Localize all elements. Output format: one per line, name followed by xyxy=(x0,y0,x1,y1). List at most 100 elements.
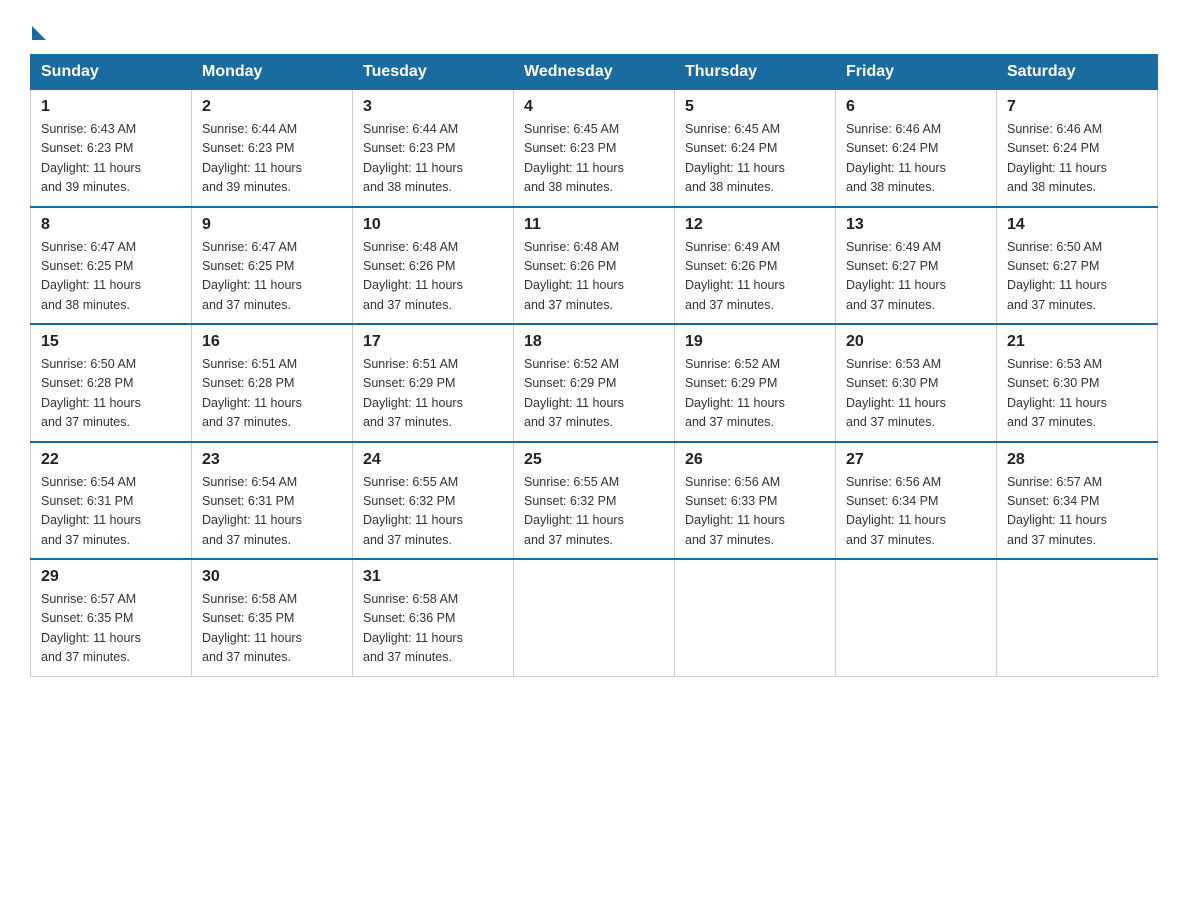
day-info: Sunrise: 6:51 AMSunset: 6:29 PMDaylight:… xyxy=(363,355,503,433)
calendar-cell: 19 Sunrise: 6:52 AMSunset: 6:29 PMDayligh… xyxy=(675,324,836,442)
day-info: Sunrise: 6:51 AMSunset: 6:28 PMDaylight:… xyxy=(202,355,342,433)
calendar-week-row-4: 22 Sunrise: 6:54 AMSunset: 6:31 PMDayligh… xyxy=(31,442,1158,560)
day-info: Sunrise: 6:48 AMSunset: 6:26 PMDaylight:… xyxy=(363,238,503,316)
calendar-cell: 20 Sunrise: 6:53 AMSunset: 6:30 PMDayligh… xyxy=(836,324,997,442)
calendar-cell: 13Sunrise: 6:49 AMSunset: 6:27 PMDayligh… xyxy=(836,207,997,325)
day-number: 24 xyxy=(363,451,503,469)
calendar-cell: 21Sunrise: 6:53 AMSunset: 6:30 PMDayligh… xyxy=(997,324,1158,442)
calendar-cell: 24 Sunrise: 6:55 AMSunset: 6:32 PMDayligh… xyxy=(353,442,514,560)
calendar-cell: 23 Sunrise: 6:54 AMSunset: 6:31 PMDayligh… xyxy=(192,442,353,560)
calendar-cell xyxy=(997,559,1158,676)
calendar-cell: 26 Sunrise: 6:56 AMSunset: 6:33 PMDayligh… xyxy=(675,442,836,560)
day-info: Sunrise: 6:52 AMSunset: 6:29 PMDaylight:… xyxy=(524,355,664,433)
day-number: 8 xyxy=(41,216,181,234)
calendar-table: SundayMondayTuesdayWednesdayThursdayFrid… xyxy=(30,54,1158,677)
day-info: Sunrise: 6:50 AMSunset: 6:27 PMDaylight:… xyxy=(1007,238,1147,316)
calendar-cell: 8 Sunrise: 6:47 AMSunset: 6:25 PMDaylight… xyxy=(31,207,192,325)
calendar-week-row-2: 8 Sunrise: 6:47 AMSunset: 6:25 PMDaylight… xyxy=(31,207,1158,325)
calendar-cell: 31 Sunrise: 6:58 AMSunset: 6:36 PMDayligh… xyxy=(353,559,514,676)
calendar-cell: 10 Sunrise: 6:48 AMSunset: 6:26 PMDayligh… xyxy=(353,207,514,325)
day-number: 2 xyxy=(202,98,342,116)
day-number: 25 xyxy=(524,451,664,469)
day-info: Sunrise: 6:50 AMSunset: 6:28 PMDaylight:… xyxy=(41,355,181,433)
day-number: 27 xyxy=(846,451,986,469)
day-number: 19 xyxy=(685,333,825,351)
day-info: Sunrise: 6:55 AMSunset: 6:32 PMDaylight:… xyxy=(363,473,503,551)
day-info: Sunrise: 6:44 AMSunset: 6:23 PMDaylight:… xyxy=(363,120,503,198)
day-info: Sunrise: 6:54 AMSunset: 6:31 PMDaylight:… xyxy=(202,473,342,551)
weekday-header-thursday: Thursday xyxy=(675,55,836,90)
calendar-cell xyxy=(675,559,836,676)
weekday-header-tuesday: Tuesday xyxy=(353,55,514,90)
calendar-cell xyxy=(514,559,675,676)
calendar-cell: 4 Sunrise: 6:45 AMSunset: 6:23 PMDaylight… xyxy=(514,90,675,207)
weekday-header-monday: Monday xyxy=(192,55,353,90)
calendar-cell: 30 Sunrise: 6:58 AMSunset: 6:35 PMDayligh… xyxy=(192,559,353,676)
day-info: Sunrise: 6:46 AMSunset: 6:24 PMDaylight:… xyxy=(1007,120,1147,198)
calendar-cell: 22 Sunrise: 6:54 AMSunset: 6:31 PMDayligh… xyxy=(31,442,192,560)
day-info: Sunrise: 6:58 AMSunset: 6:36 PMDaylight:… xyxy=(363,590,503,668)
day-number: 1 xyxy=(41,98,181,116)
day-info: Sunrise: 6:45 AMSunset: 6:23 PMDaylight:… xyxy=(524,120,664,198)
day-number: 17 xyxy=(363,333,503,351)
day-number: 18 xyxy=(524,333,664,351)
calendar-week-row-1: 1 Sunrise: 6:43 AMSunset: 6:23 PMDaylight… xyxy=(31,90,1158,207)
day-number: 16 xyxy=(202,333,342,351)
calendar-cell: 2 Sunrise: 6:44 AMSunset: 6:23 PMDaylight… xyxy=(192,90,353,207)
calendar-cell: 7 Sunrise: 6:46 AMSunset: 6:24 PMDaylight… xyxy=(997,90,1158,207)
day-number: 15 xyxy=(41,333,181,351)
day-number: 6 xyxy=(846,98,986,116)
weekday-header-row: SundayMondayTuesdayWednesdayThursdayFrid… xyxy=(31,55,1158,90)
day-info: Sunrise: 6:45 AMSunset: 6:24 PMDaylight:… xyxy=(685,120,825,198)
day-info: Sunrise: 6:58 AMSunset: 6:35 PMDaylight:… xyxy=(202,590,342,668)
day-info: Sunrise: 6:56 AMSunset: 6:34 PMDaylight:… xyxy=(846,473,986,551)
day-number: 26 xyxy=(685,451,825,469)
day-number: 14 xyxy=(1007,216,1147,234)
day-info: Sunrise: 6:57 AMSunset: 6:35 PMDaylight:… xyxy=(41,590,181,668)
calendar-cell: 9Sunrise: 6:47 AMSunset: 6:25 PMDaylight… xyxy=(192,207,353,325)
day-number: 5 xyxy=(685,98,825,116)
calendar-cell: 14 Sunrise: 6:50 AMSunset: 6:27 PMDayligh… xyxy=(997,207,1158,325)
day-info: Sunrise: 6:53 AMSunset: 6:30 PMDaylight:… xyxy=(846,355,986,433)
day-info: Sunrise: 6:46 AMSunset: 6:24 PMDaylight:… xyxy=(846,120,986,198)
day-number: 29 xyxy=(41,568,181,586)
day-info: Sunrise: 6:43 AMSunset: 6:23 PMDaylight:… xyxy=(41,120,181,198)
day-number: 7 xyxy=(1007,98,1147,116)
day-info: Sunrise: 6:47 AMSunset: 6:25 PMDaylight:… xyxy=(41,238,181,316)
day-info: Sunrise: 6:52 AMSunset: 6:29 PMDaylight:… xyxy=(685,355,825,433)
page-header xyxy=(30,20,1158,34)
calendar-cell: 29 Sunrise: 6:57 AMSunset: 6:35 PMDayligh… xyxy=(31,559,192,676)
weekday-header-wednesday: Wednesday xyxy=(514,55,675,90)
calendar-week-row-5: 29 Sunrise: 6:57 AMSunset: 6:35 PMDayligh… xyxy=(31,559,1158,676)
day-number: 23 xyxy=(202,451,342,469)
day-number: 30 xyxy=(202,568,342,586)
weekday-header-sunday: Sunday xyxy=(31,55,192,90)
day-info: Sunrise: 6:44 AMSunset: 6:23 PMDaylight:… xyxy=(202,120,342,198)
day-number: 11 xyxy=(524,216,664,234)
calendar-cell: 6 Sunrise: 6:46 AMSunset: 6:24 PMDaylight… xyxy=(836,90,997,207)
day-info: Sunrise: 6:56 AMSunset: 6:33 PMDaylight:… xyxy=(685,473,825,551)
calendar-week-row-3: 15 Sunrise: 6:50 AMSunset: 6:28 PMDayligh… xyxy=(31,324,1158,442)
calendar-cell: 18 Sunrise: 6:52 AMSunset: 6:29 PMDayligh… xyxy=(514,324,675,442)
calendar-cell: 15 Sunrise: 6:50 AMSunset: 6:28 PMDayligh… xyxy=(31,324,192,442)
calendar-cell: 3Sunrise: 6:44 AMSunset: 6:23 PMDaylight… xyxy=(353,90,514,207)
day-info: Sunrise: 6:49 AMSunset: 6:26 PMDaylight:… xyxy=(685,238,825,316)
day-number: 20 xyxy=(846,333,986,351)
day-info: Sunrise: 6:57 AMSunset: 6:34 PMDaylight:… xyxy=(1007,473,1147,551)
logo-arrow-icon xyxy=(32,26,46,40)
day-info: Sunrise: 6:54 AMSunset: 6:31 PMDaylight:… xyxy=(41,473,181,551)
calendar-cell: 12Sunrise: 6:49 AMSunset: 6:26 PMDayligh… xyxy=(675,207,836,325)
day-number: 10 xyxy=(363,216,503,234)
calendar-cell: 25 Sunrise: 6:55 AMSunset: 6:32 PMDayligh… xyxy=(514,442,675,560)
calendar-cell: 5 Sunrise: 6:45 AMSunset: 6:24 PMDaylight… xyxy=(675,90,836,207)
calendar-cell xyxy=(836,559,997,676)
calendar-cell: 17 Sunrise: 6:51 AMSunset: 6:29 PMDayligh… xyxy=(353,324,514,442)
day-info: Sunrise: 6:53 AMSunset: 6:30 PMDaylight:… xyxy=(1007,355,1147,433)
day-info: Sunrise: 6:55 AMSunset: 6:32 PMDaylight:… xyxy=(524,473,664,551)
day-number: 22 xyxy=(41,451,181,469)
calendar-cell: 11Sunrise: 6:48 AMSunset: 6:26 PMDayligh… xyxy=(514,207,675,325)
day-number: 31 xyxy=(363,568,503,586)
calendar-cell: 16 Sunrise: 6:51 AMSunset: 6:28 PMDayligh… xyxy=(192,324,353,442)
day-info: Sunrise: 6:49 AMSunset: 6:27 PMDaylight:… xyxy=(846,238,986,316)
day-number: 4 xyxy=(524,98,664,116)
